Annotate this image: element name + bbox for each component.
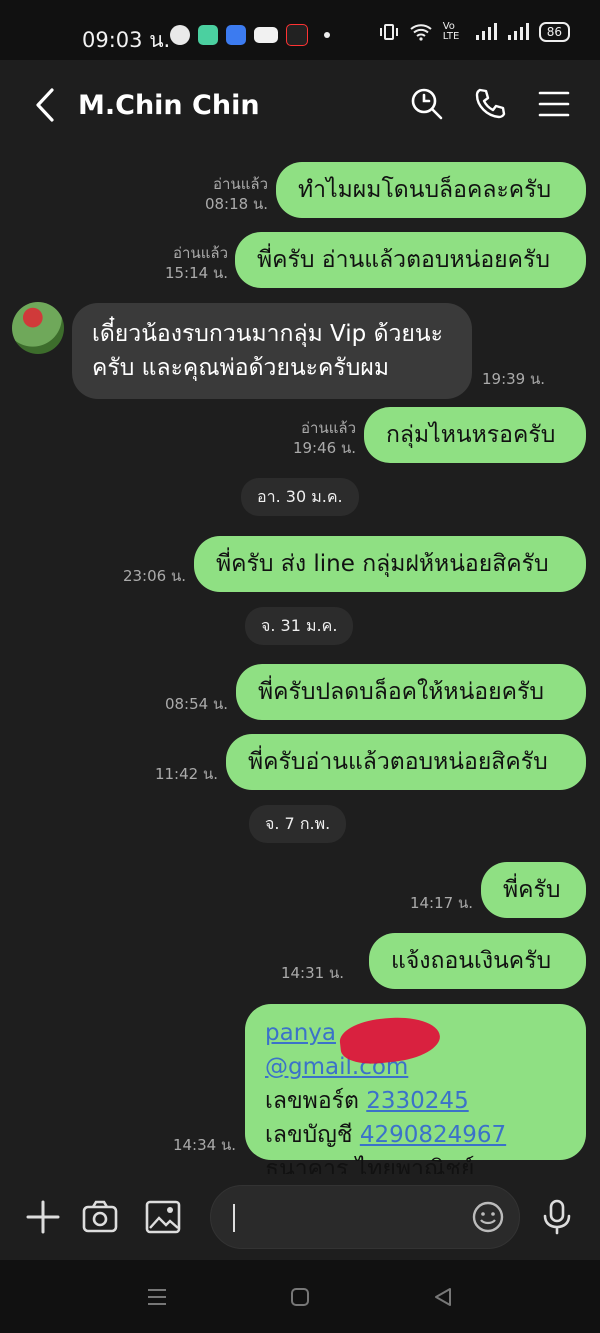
chat-title[interactable]: M.Chin Chin [78, 90, 260, 121]
read-status: อ่านแล้ว [301, 419, 356, 437]
app-icon-blue [226, 25, 246, 45]
message-time: 14:34 น. [172, 1136, 236, 1154]
app-icon-green [198, 25, 218, 45]
wifi-icon [410, 24, 432, 41]
message-time: 08:18 น. [204, 195, 268, 213]
tiktok-icon [286, 24, 308, 46]
date-separator: อา. 30 ม.ค. [241, 478, 359, 516]
message-meta: อ่านแล้ว 19:46 น. [293, 418, 356, 458]
message-time: 23:06 น. [122, 567, 186, 585]
line-app-icon [170, 25, 190, 45]
network-type: Vo LTE [442, 21, 460, 42]
outgoing-message[interactable]: พี่ครับ อ่านแล้วตอบหน่อยครับ [235, 232, 586, 288]
read-status: อ่านแล้ว [213, 175, 268, 193]
outgoing-message[interactable]: ทำไมผมโดนบล็อคละครับ [276, 162, 586, 218]
email-link-start[interactable]: panya [265, 1020, 336, 1046]
account-number-link[interactable]: 4290824967 [360, 1122, 506, 1148]
notification-icons [170, 24, 330, 46]
home-icon[interactable] [289, 1286, 311, 1308]
message-time: 19:39 น. [482, 370, 546, 388]
message-time: 15:14 น. [164, 264, 228, 282]
message-meta: อ่านแล้ว 08:18 น. [205, 174, 268, 214]
more-dot-icon [324, 32, 330, 38]
message-time: 14:31 น. [280, 964, 344, 982]
message-input-bar [0, 1174, 600, 1260]
recent-apps-icon[interactable] [146, 1286, 168, 1308]
back-arrow-icon[interactable] [30, 86, 60, 124]
port-line: เลขพอร์ต 2330245 [265, 1084, 566, 1118]
menu-icon[interactable] [537, 87, 571, 121]
outgoing-message[interactable]: พี่ครับอ่านแล้วตอบหน่อยสิครับ [226, 734, 586, 790]
outgoing-message[interactable]: กลุ่มไหนหรอครับ [364, 407, 586, 463]
text-caret [233, 1204, 235, 1232]
outgoing-message[interactable]: แจ้งถอนเงินครับ [369, 933, 586, 989]
date-separator: จ. 7 ก.พ. [249, 805, 347, 843]
system-nav-bar [0, 1260, 600, 1333]
date-separator: จ. 31 ม.ค. [245, 607, 354, 645]
chat-header: M.Chin Chin [0, 60, 600, 150]
port-label: เลขพอร์ต [265, 1088, 359, 1114]
message-meta: อ่านแล้ว 15:14 น. [165, 243, 228, 283]
search-icon[interactable] [410, 87, 444, 121]
outgoing-message[interactable]: พี่ครับปลดบล็อคให้หน่อยครับ [236, 664, 586, 720]
status-bar: 09:03 น. Vo LTE 86 [0, 0, 600, 60]
youtube-icon [254, 27, 278, 43]
back-nav-icon[interactable] [432, 1286, 454, 1308]
message-time: 08:54 น. [164, 695, 228, 713]
battery-level: 86 [538, 22, 570, 42]
account-label: เลขบัญชี [265, 1122, 353, 1148]
image-gallery-icon[interactable] [144, 1198, 182, 1236]
incoming-message[interactable]: เดี๋ยวน้องรบกวนมากลุ่ม Vip ด้วยนะครับ แล… [72, 303, 472, 399]
message-time: 11:42 น. [154, 765, 218, 783]
system-icons: Vo LTE 86 [379, 22, 570, 42]
outgoing-message[interactable]: พี่ครับ ส่ง line กลุ่มฝห้หน่อยสิครับ [194, 536, 586, 592]
read-status: อ่านแล้ว [173, 244, 228, 262]
plus-icon[interactable] [24, 1198, 62, 1236]
phone-call-icon[interactable] [473, 87, 507, 121]
microphone-icon[interactable] [538, 1198, 576, 1236]
status-time: 09:03 น. [82, 28, 171, 52]
contact-avatar[interactable] [12, 302, 64, 354]
message-time: 19:46 น. [292, 439, 356, 457]
camera-icon[interactable] [81, 1198, 119, 1236]
port-number-link[interactable]: 2330245 [366, 1088, 468, 1114]
signal-icon-2 [507, 23, 529, 40]
emoji-icon[interactable] [471, 1200, 505, 1234]
signal-icon [475, 23, 497, 40]
message-time: 14:17 น. [409, 894, 473, 912]
vibrate-icon [379, 24, 398, 40]
account-line: เลขบัญชี 4290824967 [265, 1118, 566, 1152]
message-input[interactable] [210, 1185, 520, 1249]
outgoing-message[interactable]: พี่ครับ [481, 862, 586, 918]
